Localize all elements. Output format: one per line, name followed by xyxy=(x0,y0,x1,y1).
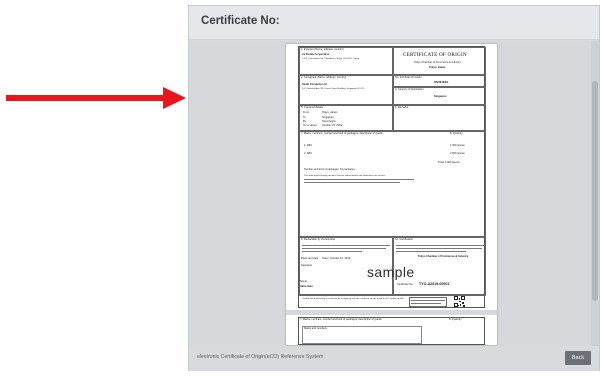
verify-text: Confirm the authenticity of certificate … xyxy=(302,298,405,300)
verification-stamp xyxy=(409,297,447,307)
certification-text-line xyxy=(396,245,484,247)
signature-label: Signature xyxy=(301,264,313,267)
page2-marks-box: Marks and numbers xyxy=(302,326,422,344)
page2-goods-label: 7. Marks, numbers, number and kind of pa… xyxy=(300,318,382,321)
goods-text-line xyxy=(304,182,400,184)
destination-value: Singapore xyxy=(434,95,447,98)
cert-no-label: Certificate No. xyxy=(397,283,414,286)
title-bar: Certificate No: xyxy=(189,6,599,40)
footer-bar: electronic Certificate of Origin(eCO) Re… xyxy=(189,346,599,371)
back-button[interactable]: Back xyxy=(565,351,591,365)
cert-no-value: TYO-A2019-00001 xyxy=(419,282,450,286)
certificate-page-1: 1. Exporter (Name, address, country) AJ … xyxy=(298,46,486,309)
exporter-box: 1. Exporter (Name, address, country) AJ … xyxy=(299,47,393,75)
remarks-box: 6. Remarks xyxy=(393,105,486,131)
goods-declaration-text: The undersigned hereby declares that the… xyxy=(304,175,386,177)
destination-box: 4. Country of Destination Singapore xyxy=(393,87,486,105)
declaration-text-line xyxy=(302,248,386,250)
qr-code-icon xyxy=(454,296,465,307)
goods-box: 7. Marks, numbers, number and kind of pa… xyxy=(299,131,486,237)
goods-qty-2: 2,000 pieces xyxy=(450,152,465,155)
exporter-label: 1. Exporter (Name, address, country) xyxy=(301,48,344,51)
date-label: On or about xyxy=(303,124,317,127)
invoice-number: INV2019001 xyxy=(434,81,449,84)
name-value: Akira Sato xyxy=(300,285,313,288)
name-label: Name xyxy=(300,280,307,283)
transport-label: 5. Transport details xyxy=(301,106,324,109)
from-label: From xyxy=(303,111,310,114)
page2-quantity-label: 8. Quantity xyxy=(449,318,462,321)
certificate-city: Tokyo, Japan xyxy=(429,66,446,69)
vertical-scrollbar[interactable] xyxy=(591,41,599,346)
certifier-name: Tokyo Chamber of Commerce & Industry xyxy=(418,255,469,258)
red-arrow-icon xyxy=(6,87,186,109)
date-value: October 15, 2019 xyxy=(322,124,343,127)
certificate-document: 1. Exporter (Name, address, country) AJ … xyxy=(286,44,497,345)
goods-item-1: 1. ABC xyxy=(304,144,313,147)
certification-text-line xyxy=(396,251,466,253)
place-date-value: Tokyo, October 10, 2019 xyxy=(322,257,351,260)
page2-marks-label: Marks and numbers xyxy=(304,327,327,330)
goods-text-line xyxy=(304,179,414,181)
verification-strip: Confirm the authenticity of certificate … xyxy=(299,295,486,309)
quantity-label: 8. Quantity xyxy=(450,132,463,135)
certificate-issuer: Tokyo Chamber of Commerce & Industry xyxy=(414,61,461,64)
page-title: Certificate No: xyxy=(201,15,280,27)
title-box: CERTIFICATE OF ORIGIN Tokyo Chamber of C… xyxy=(393,47,486,75)
consignee-label: 2. Consignee (Name, address, country) xyxy=(301,76,347,79)
goods-item-2: 2. ABC xyxy=(304,152,313,155)
declaration-text-line xyxy=(302,245,390,247)
exporter-name: AJ Osaka Corporation xyxy=(302,53,330,56)
goods-label: 7. Marks, numbers, number and kind of pa… xyxy=(301,132,383,135)
consignee-name: Smith Company Ltd. xyxy=(302,83,328,86)
certification-text-line xyxy=(396,248,482,250)
destination-label: 4. Country of Destination xyxy=(395,88,424,91)
goods-total-qty: Total: 3,000 pieces xyxy=(438,161,460,164)
exporter-address: 1-2-3, Uchisaiwai-cho, Chiyoda-ku, Tokyo… xyxy=(302,58,360,60)
goods-qty-1: 1,000 pieces xyxy=(450,144,465,147)
packages-total: Number and kind of packages: 10 packages xyxy=(304,168,355,171)
document-viewer[interactable]: 1. Exporter (Name, address, country) AJ … xyxy=(189,41,599,346)
declaration-label: 9. Declaration by the Exporter xyxy=(301,238,336,241)
consignee-address: 4-5, Kannoori Ave, 98, Ocean Tower Build… xyxy=(302,88,365,90)
consignee-box: 2. Consignee (Name, address, country) Sm… xyxy=(299,75,393,105)
certificate-main-title: CERTIFICATE OF ORIGIN xyxy=(403,52,467,58)
transport-box: 5. Transport details From Tokyo, Japan T… xyxy=(299,105,393,131)
invoice-label: No. and date of Invoice xyxy=(395,76,422,79)
remarks-label: 6. Remarks xyxy=(395,106,409,109)
from-value: Tokyo, Japan xyxy=(322,111,338,114)
scrollbar-thumb[interactable] xyxy=(592,81,598,301)
invoice-box: No. and date of Invoice INV2019001 xyxy=(393,75,486,87)
certification-label: 10. Certification xyxy=(395,238,414,241)
sample-watermark: sample xyxy=(367,264,415,280)
certificate-page-2: 7. Marks, numbers, number and kind of pa… xyxy=(298,317,485,345)
certificate-viewer-window: Certificate No: 1. Exporter (Name, addre… xyxy=(188,5,600,371)
declaration-text-line xyxy=(302,251,362,253)
place-date-label: Place and date xyxy=(301,257,319,260)
system-name: electronic Certificate of Origin(eCO) Re… xyxy=(197,354,324,360)
page-separator xyxy=(286,310,497,315)
